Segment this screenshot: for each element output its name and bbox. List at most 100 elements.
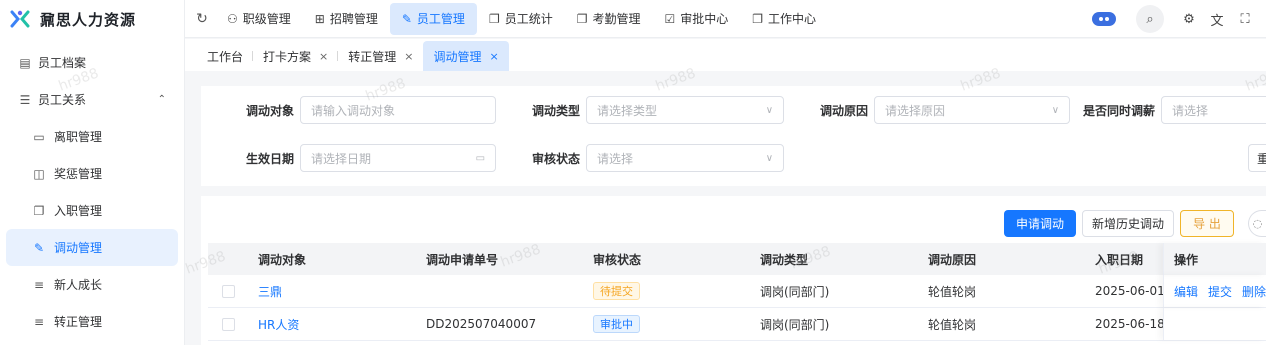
file-icon: ❐ [33, 203, 45, 218]
sidebar-item-3[interactable]: ▭ 离职管理 [0, 118, 184, 155]
sidebar-item-1[interactable]: ▤ 员工档案 [0, 44, 184, 81]
transfer-table: 调动对象 调动申请单号 审核状态 调动类型 调动原因 入职日期 操作 三鼎 待提交 调岗(同部门… [208, 243, 1266, 341]
sidebar-menu: ▤ 员工档案 ☰ 员工关系 ⌃ ▭ 离职管理 ◫ 奖惩管理 ❐ 入职管理 ✎ 调动管理 ≡ 新人成长 ≡ 转正管… [0, 44, 184, 340]
column-header: 调动类型 [760, 252, 809, 267]
tab-2[interactable]: 打卡方案 × [253, 41, 339, 71]
sidebar-item-7[interactable]: ≡ 新人成长 [0, 266, 184, 303]
edit-icon: ✎ [33, 240, 45, 255]
sidebar-item-label: 员工档案 [38, 56, 87, 70]
op-link-1[interactable]: 编辑 [1174, 283, 1198, 300]
target-input[interactable]: 请输入调动对象 [300, 96, 497, 124]
filter-salary-label: 是否同时调薪 [1083, 103, 1156, 118]
sidebar-item-6[interactable]: ✎ 调动管理 [6, 229, 178, 266]
salary-select[interactable]: 请选择 [1161, 96, 1266, 124]
close-icon[interactable]: × [404, 50, 413, 63]
filter-target-label: 调动对象 [246, 103, 295, 118]
filter-type-label: 调动类型 [532, 103, 581, 118]
close-icon[interactable]: × [319, 50, 328, 63]
sidebar-item-2[interactable]: ☰ 员工关系 ⌃ [0, 81, 184, 118]
book-icon: ◫ [33, 166, 45, 181]
apply-transfer-button[interactable]: 申请调动 [1004, 210, 1076, 237]
page-tabs: 工作台 打卡方案 × 转正管理 × 调动管理 × [185, 39, 1266, 71]
tab-label: 打卡方案 [263, 49, 312, 64]
target-link[interactable]: HR人资 [258, 316, 299, 333]
close-icon[interactable]: × [490, 50, 499, 63]
row-checkbox[interactable] [221, 284, 235, 298]
top-nav-item-1[interactable]: ⚇ 职级管理 [215, 3, 303, 35]
top-right-tools: ⌕ ⚙ 文 ⛶ [1092, 0, 1266, 38]
top-nav-item-6[interactable]: ☑ 审批中心 [653, 3, 741, 35]
op-link-2[interactable]: 提交 [1208, 283, 1232, 300]
top-nav-item-3[interactable]: ✎ 员工管理 [389, 2, 477, 35]
add-history-transfer-button[interactable]: 新增历史调动 [1082, 210, 1174, 237]
reset-button[interactable]: 重 [1248, 144, 1266, 172]
refresh-icon[interactable]: ↻ [189, 11, 215, 27]
table-actions: 申请调动 新增历史调动 导 出 ◌ [998, 210, 1266, 237]
sidebar-item-8[interactable]: ≡ 转正管理 [0, 303, 184, 340]
app-logo[interactable]: 鼐思人力资源 [0, 0, 184, 38]
type-select[interactable]: 请选择类型 ∨ [586, 96, 785, 124]
cell-reason: 轮值轮岗 [928, 317, 977, 332]
date-picker[interactable]: 请选择日期 ▭ [300, 144, 497, 172]
file-icon: ❐ [488, 11, 500, 26]
column-settings-icon[interactable]: ◌ [1248, 210, 1266, 237]
filter-date: 生效日期 请选择日期 ▭ [246, 144, 497, 172]
top-nav-item-5[interactable]: ❐ 考勤管理 [565, 3, 653, 35]
org-icon: ⚇ [227, 11, 238, 26]
sidebar-item-label: 奖惩管理 [54, 167, 103, 181]
cell-target: HR人资 [248, 308, 416, 340]
tab-3[interactable]: 转正管理 × [338, 41, 423, 71]
search-icon[interactable]: ⌕ [1136, 5, 1164, 33]
translate-icon[interactable]: 文 [1210, 10, 1224, 29]
date-picker-placeholder: 请选择日期 [311, 151, 372, 166]
sidebar-item-label: 转正管理 [54, 315, 103, 329]
op-link-3[interactable]: 删除 [1242, 283, 1266, 300]
status-badge: 待提交 [593, 282, 640, 300]
tab-4[interactable]: 调动管理 × [423, 41, 509, 71]
tab-1[interactable]: 工作台 [197, 41, 254, 71]
column-header: 操作 [1163, 243, 1266, 275]
export-button[interactable]: 导 出 [1180, 210, 1234, 237]
filter-status-label: 审核状态 [532, 151, 581, 166]
cell-join-date: 2025-06-01 [1095, 284, 1163, 298]
filter-date-label: 生效日期 [246, 151, 295, 166]
column-header: 调动对象 [258, 252, 307, 267]
logo-icon [10, 10, 30, 28]
reason-select-placeholder: 请选择原因 [885, 103, 946, 118]
sidebar-item-5[interactable]: ❐ 入职管理 [0, 192, 184, 229]
robot-assistant-icon[interactable] [1092, 12, 1116, 26]
column-header: 审核状态 [593, 252, 642, 267]
table-card: 申请调动 新增历史调动 导 出 ◌ 调动对象 调动申请单号 审核状态 调动类型 调动原因… [201, 196, 1266, 345]
reason-select[interactable]: 请选择原因 ∨ [874, 96, 1071, 124]
chevron-down-icon: ∨ [765, 152, 774, 164]
cell-type: 调岗(同部门) [760, 317, 830, 332]
column-header: 入职日期 [1095, 252, 1144, 267]
cell-order-no: DD202507040007 [426, 317, 537, 331]
checkbox-icon: ☑ [664, 11, 676, 26]
cell-type: 调岗(同部门) [760, 284, 830, 299]
top-nav-item-7[interactable]: ❐ 工作中心 [740, 3, 828, 35]
sidebar-item-label: 入职管理 [54, 204, 103, 218]
tab-label: 工作台 [207, 49, 244, 64]
column-header: 调动申请单号 [426, 252, 499, 267]
top-nav-item-4[interactable]: ❐ 员工统计 [477, 3, 565, 35]
list-icon: ☰ [19, 92, 31, 107]
file-icon: ❐ [752, 11, 764, 26]
sidebar-item-4[interactable]: ◫ 奖惩管理 [0, 155, 184, 192]
tab-label: 调动管理 [433, 49, 482, 64]
sidebar-item-label: 调动管理 [54, 241, 103, 255]
chevron-down-icon: ∨ [1051, 104, 1060, 116]
chevron-up-icon: ⌃ [157, 94, 166, 105]
status-select[interactable]: 请选择 ∨ [586, 144, 785, 172]
row-checkbox[interactable] [221, 317, 235, 331]
top-nav-item-label: 工作中心 [768, 12, 817, 26]
top-nav-item-2[interactable]: ⊞ 招聘管理 [303, 3, 390, 35]
table-row: 三鼎 待提交 调岗(同部门) 轮值轮岗 2025-06-01 编辑 提交 删除 [208, 275, 1266, 308]
status-select-placeholder: 请选择 [597, 151, 634, 166]
cell-status: 待提交 [583, 275, 750, 307]
target-link[interactable]: 三鼎 [258, 283, 282, 300]
top-nav-item-label: 审批中心 [680, 12, 729, 26]
fullscreen-icon[interactable]: ⛶ [1238, 12, 1252, 27]
cell-order-no [416, 275, 583, 307]
settings-icon[interactable]: ⚙ [1182, 12, 1196, 27]
